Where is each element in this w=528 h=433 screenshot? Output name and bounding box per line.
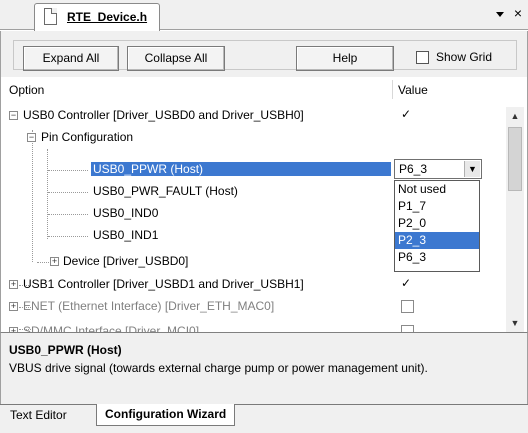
editor-tab-strip: RTE_Device.h × — [0, 0, 528, 31]
file-icon — [44, 8, 57, 25]
wizard-toolbar: Expand All Collapse All Help Show Grid — [0, 31, 528, 77]
close-icon[interactable]: × — [512, 5, 524, 21]
row-label: USB0_PWR_FAULT (Host) — [93, 184, 238, 198]
row-label: USB0_IND0 — [93, 206, 159, 220]
value-combobox[interactable]: P6_3 ▼ — [394, 159, 482, 179]
description-panel: USB0_PPWR (Host) VBUS drive signal (towa… — [0, 332, 528, 404]
tree-row-sdmmc[interactable]: + SD/MMC Interface [Driver_MCI0] — [1, 321, 505, 332]
row-label: USB0_PPWR (Host) — [91, 162, 391, 176]
file-tab-rte-device[interactable]: RTE_Device.h — [34, 3, 160, 31]
show-grid-toggle[interactable]: Show Grid — [404, 46, 509, 71]
row-label: SD/MMC Interface [Driver_MCI0] — [23, 324, 200, 332]
check-icon[interactable]: ✓ — [401, 274, 411, 292]
tree-row-pin-configuration[interactable]: − Pin Configuration — [1, 127, 505, 149]
bottom-tab-bar: Text Editor Configuration Wizard — [0, 404, 528, 433]
tree-row-enet[interactable]: + ENET (Ethernet Interface) [Driver_ETH_… — [1, 296, 505, 318]
chevron-down-icon[interactable] — [495, 9, 505, 19]
chevron-down-icon[interactable]: ▼ — [464, 161, 480, 177]
column-header-option: Option — [9, 83, 45, 97]
scroll-thumb[interactable] — [508, 127, 522, 191]
enable-checkbox[interactable] — [401, 325, 414, 332]
expand-icon[interactable]: + — [9, 302, 18, 311]
row-label: ENET (Ethernet Interface) [Driver_ETH_MA… — [23, 299, 275, 313]
dropdown-option[interactable]: P6_3 — [395, 249, 479, 266]
show-grid-label: Show Grid — [436, 50, 493, 64]
collapse-icon[interactable]: − — [27, 133, 36, 142]
row-label: USB1 Controller [Driver_USBD1 and Driver… — [23, 277, 304, 291]
scroll-up-arrow-icon[interactable]: ▲ — [506, 107, 524, 125]
expand-all-button[interactable]: Expand All — [23, 46, 119, 71]
dropdown-option[interactable]: P2_0 — [395, 215, 479, 232]
collapse-icon[interactable]: − — [9, 111, 18, 120]
row-label: Device [Driver_USBD0] — [63, 254, 189, 268]
dropdown-option[interactable]: Not used — [395, 181, 479, 198]
column-header-value: Value — [398, 83, 428, 97]
row-label: Pin Configuration — [41, 130, 134, 144]
scroll-down-arrow-icon[interactable]: ▼ — [506, 314, 524, 332]
grid-header: Option Value — [1, 77, 527, 101]
show-grid-checkbox[interactable] — [416, 51, 429, 64]
description-title: USB0_PPWR (Host) — [9, 343, 122, 357]
row-label: USB0_IND1 — [93, 228, 159, 242]
row-label: USB0 Controller [Driver_USBD0 and Driver… — [23, 108, 304, 122]
dropdown-option-highlighted[interactable]: P2_3 — [395, 232, 479, 249]
collapse-all-button[interactable]: Collapse All — [127, 46, 225, 71]
tree-row-usb0-controller[interactable]: − USB0 Controller [Driver_USBD0 and Driv… — [1, 105, 505, 127]
tree-row-usb1-controller[interactable]: + USB1 Controller [Driver_USBD1 and Driv… — [1, 274, 505, 296]
value-dropdown-list[interactable]: Not used P1_7 P2_0 P2_3 P6_3 — [394, 180, 480, 272]
description-text: VBUS drive signal (towards external char… — [9, 361, 428, 375]
grid-vertical-scrollbar[interactable]: ▲ ▼ — [506, 107, 524, 332]
tab-text-editor[interactable]: Text Editor — [2, 405, 75, 427]
dropdown-option[interactable]: P1_7 — [395, 198, 479, 215]
enable-checkbox[interactable] — [401, 300, 414, 313]
tab-configuration-wizard[interactable]: Configuration Wizard — [96, 404, 236, 426]
file-tab-title: RTE_Device.h — [67, 10, 148, 24]
help-button[interactable]: Help — [296, 46, 394, 71]
check-icon[interactable]: ✓ — [401, 105, 411, 123]
column-divider — [392, 80, 393, 99]
combo-value: P6_3 — [399, 162, 428, 176]
expand-icon[interactable]: + — [9, 280, 18, 289]
expand-icon[interactable]: + — [50, 257, 59, 266]
